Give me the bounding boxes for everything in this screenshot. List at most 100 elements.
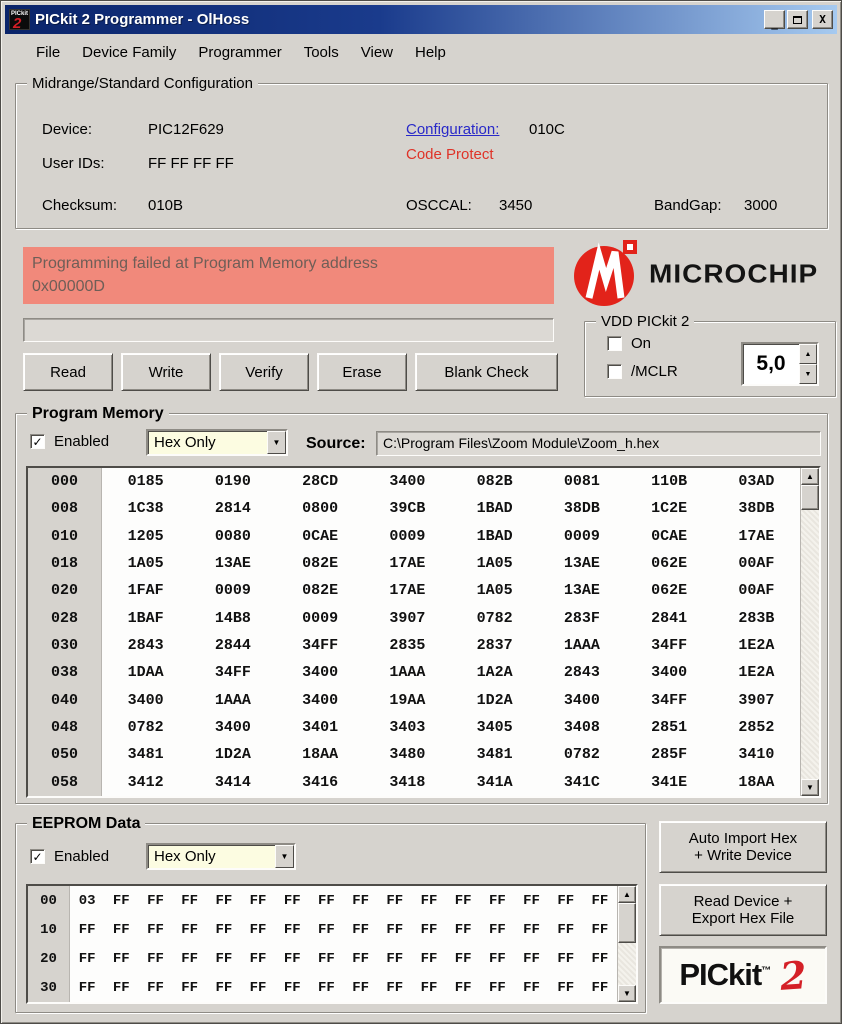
scrollbar-thumb[interactable] (801, 485, 819, 510)
hex-cell[interactable]: 18AA (713, 769, 800, 796)
hex-cell[interactable]: 3400 (102, 687, 189, 714)
eeprom-enabled-checkbox[interactable]: ✓ (30, 849, 45, 864)
hex-cell[interactable]: 0CAE (277, 523, 364, 550)
hex-cell[interactable]: 3400 (277, 659, 364, 686)
hex-cell[interactable]: 110B (626, 468, 713, 495)
hex-cell[interactable]: FF (138, 944, 172, 973)
hex-cell[interactable]: 3400 (364, 468, 451, 495)
menu-programmer[interactable]: Programmer (187, 40, 292, 65)
hex-cell[interactable]: FF (241, 944, 275, 973)
hex-cell[interactable]: FF (309, 915, 343, 944)
hex-cell[interactable]: 3481 (451, 741, 538, 768)
hex-cell[interactable]: FF (514, 915, 548, 944)
hex-cell[interactable]: 3410 (713, 741, 800, 768)
hex-cell[interactable]: 00AF (713, 550, 800, 577)
hex-cell[interactable]: FF (104, 973, 138, 1002)
hex-cell[interactable]: FF (173, 915, 207, 944)
hex-cell[interactable]: FF (344, 944, 378, 973)
hex-cell[interactable]: FF (241, 886, 275, 915)
hex-cell[interactable]: FF (207, 973, 241, 1002)
hex-cell[interactable]: FF (480, 886, 514, 915)
menu-view[interactable]: View (350, 40, 404, 65)
hex-cell[interactable]: FF (583, 915, 617, 944)
hex-cell[interactable]: FF (412, 973, 446, 1002)
hex-cell[interactable]: 2835 (364, 632, 451, 659)
hex-cell[interactable]: 28CD (277, 468, 364, 495)
auto-import-write-button[interactable]: Auto Import Hex + Write Device (659, 821, 827, 873)
hex-cell[interactable]: 0782 (538, 741, 625, 768)
hex-cell[interactable]: 0009 (364, 523, 451, 550)
hex-cell[interactable]: 1A05 (451, 550, 538, 577)
eeprom-view-select[interactable]: Hex Only ▼ (146, 843, 296, 870)
hex-cell[interactable]: 1A2A (451, 659, 538, 686)
hex-cell[interactable]: 2837 (451, 632, 538, 659)
hex-cell[interactable]: 00AF (713, 577, 800, 604)
hex-cell[interactable]: 3481 (102, 741, 189, 768)
eeprom-scrollbar[interactable]: ▲ ▼ (617, 886, 636, 1002)
hex-cell[interactable]: FF (583, 944, 617, 973)
hex-cell[interactable]: FF (480, 915, 514, 944)
hex-cell[interactable]: FF (378, 915, 412, 944)
program-memory-enabled-checkbox[interactable]: ✓ (30, 434, 45, 449)
hex-cell[interactable]: 39CB (364, 495, 451, 522)
hex-cell[interactable]: FF (241, 915, 275, 944)
source-path-field[interactable]: C:\Program Files\Zoom Module\Zoom_h.hex (376, 431, 821, 456)
hex-cell[interactable]: 1BAD (451, 495, 538, 522)
hex-cell[interactable]: FF (104, 886, 138, 915)
voltage-up-button[interactable]: ▲ (799, 344, 817, 364)
hex-cell[interactable]: FF (344, 973, 378, 1002)
hex-cell[interactable]: 3401 (277, 714, 364, 741)
hex-cell[interactable]: FF (412, 915, 446, 944)
hex-cell[interactable]: FF (309, 973, 343, 1002)
read-export-button[interactable]: Read Device + Export Hex File (659, 884, 827, 936)
hex-cell[interactable]: 2841 (626, 605, 713, 632)
verify-button[interactable]: Verify (219, 353, 309, 391)
hex-cell[interactable]: 3400 (277, 687, 364, 714)
hex-cell[interactable]: 03 (70, 886, 104, 915)
menu-file[interactable]: File (25, 40, 71, 65)
hex-cell[interactable]: FF (207, 915, 241, 944)
hex-cell[interactable]: 1DAA (102, 659, 189, 686)
hex-cell[interactable]: 1D2A (189, 741, 276, 768)
hex-cell[interactable]: 1FAF (102, 577, 189, 604)
hex-cell[interactable]: FF (70, 915, 104, 944)
hex-cell[interactable]: FF (378, 973, 412, 1002)
hex-cell[interactable]: FF (275, 944, 309, 973)
hex-cell[interactable]: 285F (626, 741, 713, 768)
scroll-up-button[interactable]: ▲ (618, 886, 636, 903)
hex-cell[interactable]: FF (549, 944, 583, 973)
hex-cell[interactable]: 1C2E (626, 495, 713, 522)
hex-cell[interactable]: 3400 (626, 659, 713, 686)
hex-cell[interactable]: 1AAA (364, 659, 451, 686)
program-memory-scrollbar[interactable]: ▲ ▼ (800, 468, 819, 796)
close-button[interactable]: X (812, 10, 833, 29)
vdd-voltage-value[interactable]: 5,0 (743, 344, 799, 384)
hex-cell[interactable]: 3403 (364, 714, 451, 741)
title-bar[interactable]: PICkit 2 PICkit 2 Programmer - OlHoss _ … (5, 5, 837, 34)
scrollbar-track[interactable] (618, 903, 636, 985)
hex-cell[interactable]: 3405 (451, 714, 538, 741)
hex-cell[interactable]: FF (412, 944, 446, 973)
hex-cell[interactable]: 0080 (189, 523, 276, 550)
hex-cell[interactable]: 3400 (189, 714, 276, 741)
hex-cell[interactable]: FF (446, 886, 480, 915)
hex-cell[interactable]: 0190 (189, 468, 276, 495)
hex-cell[interactable]: 341A (451, 769, 538, 796)
hex-cell[interactable]: FF (514, 944, 548, 973)
hex-cell[interactable]: 3907 (713, 687, 800, 714)
hex-cell[interactable]: FF (138, 915, 172, 944)
hex-cell[interactable]: 082E (277, 550, 364, 577)
combo-dropdown-button[interactable]: ▼ (275, 845, 294, 868)
hex-cell[interactable]: 1BAF (102, 605, 189, 632)
hex-cell[interactable]: FF (514, 973, 548, 1002)
hex-cell[interactable]: 1BAD (451, 523, 538, 550)
hex-cell[interactable]: 3400 (538, 687, 625, 714)
read-button[interactable]: Read (23, 353, 113, 391)
hex-cell[interactable]: FF (309, 944, 343, 973)
hex-cell[interactable]: FF (70, 973, 104, 1002)
hex-cell[interactable]: FF (104, 944, 138, 973)
hex-cell[interactable]: 0782 (451, 605, 538, 632)
vdd-on-checkbox[interactable] (607, 336, 622, 351)
maximize-button[interactable] (787, 10, 808, 29)
hex-cell[interactable]: FF (241, 973, 275, 1002)
